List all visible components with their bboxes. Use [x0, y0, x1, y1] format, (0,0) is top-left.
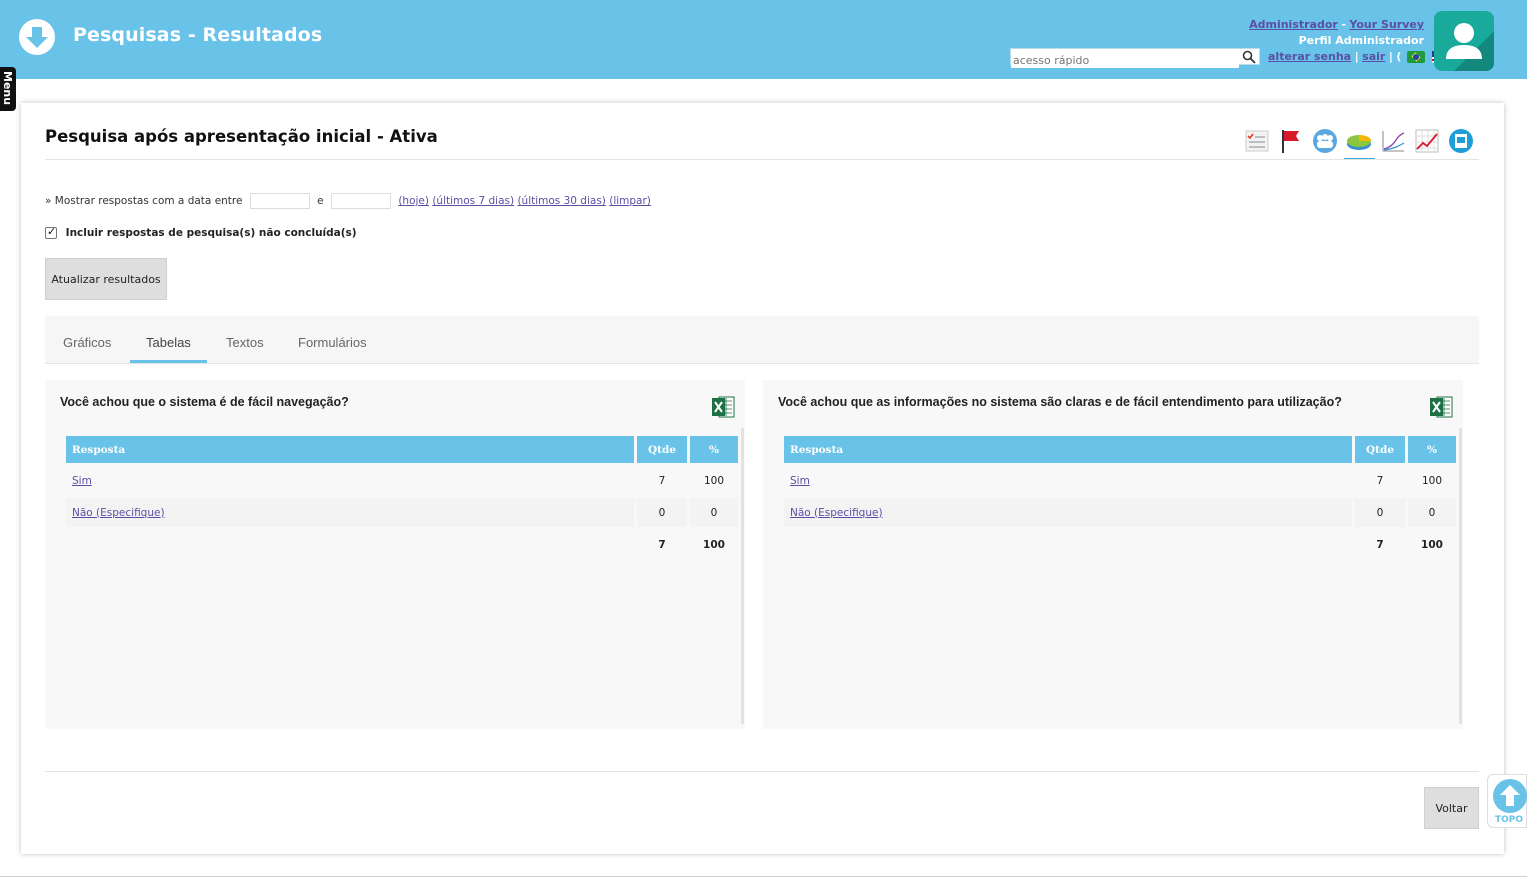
survey-link[interactable]: Your Survey	[1349, 18, 1424, 31]
pie-chart-icon[interactable]	[1344, 127, 1375, 160]
line-chart-icon[interactable]	[1379, 127, 1407, 155]
pct-cell: 0	[690, 498, 738, 527]
menu-toggle[interactable]: Menu	[0, 67, 16, 111]
brazil-flag-icon[interactable]	[1406, 51, 1425, 63]
qty-cell: 7	[637, 466, 687, 495]
last-7-days-link[interactable]: (últimos 7 dias)	[432, 195, 514, 207]
include-incomplete-label: Incluir respostas de pesquisa(s) não con…	[65, 227, 357, 239]
avatar[interactable]	[1434, 11, 1494, 71]
excel-export-icon[interactable]	[711, 395, 735, 419]
question-text: Você achou que as informações no sistema…	[778, 395, 1342, 409]
arrow-up-icon	[1493, 779, 1527, 813]
include-incomplete-row: Incluir respostas de pesquisa(s) não con…	[45, 225, 357, 239]
pct-cell: 100	[1408, 466, 1456, 495]
qty-cell: 0	[637, 498, 687, 527]
table-row: Não (Especifique) 0 0	[66, 498, 738, 527]
search-icon[interactable]	[1242, 50, 1256, 64]
question-panel: Você achou que as informações no sistema…	[763, 380, 1463, 729]
quick-search-box[interactable]	[1010, 48, 1260, 68]
date-filter: » Mostrar respostas com a data entre e (…	[45, 193, 651, 209]
top-label: TOPO	[1495, 815, 1524, 825]
results-table: Resposta Qtde % Sim 7 100 Não (Especifiq…	[781, 433, 1459, 562]
date-filter-label: » Mostrar respostas com a data entre	[45, 195, 243, 207]
today-link[interactable]: (hoje)	[398, 195, 429, 207]
profile-label: Perfil Administrador	[1298, 34, 1424, 47]
pct-cell: 100	[690, 466, 738, 495]
logout-link[interactable]: sair	[1362, 50, 1385, 63]
question-text: Você achou que o sistema é de fácil nave…	[60, 395, 349, 409]
total-row: 7 100	[66, 530, 738, 559]
column-header-qty: Qtde	[1355, 436, 1405, 463]
table-row: Não (Especifique) 0 0	[784, 498, 1456, 527]
total-pct-cell: 100	[690, 530, 738, 559]
download-logo-icon[interactable]	[19, 19, 55, 55]
user-links: Administrador - Your Survey Perfil Admin…	[1249, 17, 1424, 49]
separator-pipe: |	[1388, 50, 1393, 63]
user-link[interactable]: Administrador	[1249, 18, 1338, 31]
top-header: Pesquisas - Resultados Administrador - Y…	[0, 0, 1527, 79]
update-results-button[interactable]: Atualizar resultados	[45, 258, 167, 300]
start-date-input[interactable]	[249, 193, 310, 209]
separator-pipe: |	[1354, 50, 1359, 63]
total-pct-cell: 100	[1408, 530, 1456, 559]
trend-chart-icon[interactable]	[1413, 127, 1441, 155]
column-header-answer: Resposta	[66, 436, 634, 463]
total-qty-cell: 7	[1355, 530, 1405, 559]
panel-scrollbar[interactable]	[741, 428, 744, 724]
answer-link[interactable]: Sim	[72, 475, 92, 487]
date-and-label: e	[317, 195, 324, 207]
column-header-pct: %	[690, 436, 738, 463]
survey-title: Pesquisa após apresentação inicial - Ati…	[45, 127, 438, 146]
tab-textos[interactable]: Textos	[226, 335, 264, 350]
column-header-answer: Resposta	[784, 436, 1352, 463]
last-30-days-link[interactable]: (últimos 30 dias)	[517, 195, 605, 207]
answer-link[interactable]: Não (Especifique)	[790, 507, 883, 519]
menu-label: Menu	[1, 71, 14, 106]
answer-link[interactable]: Sim	[790, 475, 810, 487]
qty-cell: 0	[1355, 498, 1405, 527]
tab-tabelas[interactable]: Tabelas	[146, 335, 191, 350]
pct-cell: 0	[1408, 498, 1456, 527]
users-icon[interactable]	[1311, 127, 1339, 155]
clear-dates-link[interactable]: (limpar)	[609, 195, 651, 207]
active-tab-indicator	[130, 360, 207, 363]
title-divider	[45, 159, 1479, 160]
end-date-input[interactable]	[330, 193, 391, 209]
total-qty-cell: 7	[637, 530, 687, 559]
account-links: alterar senha | sair | ( )	[1268, 50, 1461, 63]
results-card: Pesquisa após apresentação inicial - Ati…	[21, 103, 1504, 854]
tab-formularios[interactable]: Formulários	[298, 335, 367, 350]
include-incomplete-checkbox[interactable]	[45, 225, 57, 239]
footer-divider	[45, 771, 1479, 772]
table-row: Sim 7 100	[784, 466, 1456, 495]
page-bottom-divider	[0, 876, 1527, 877]
change-password-link[interactable]: alterar senha	[1268, 50, 1351, 63]
report-icon[interactable]	[1447, 127, 1475, 155]
question-panel: Você achou que o sistema é de fácil nave…	[45, 380, 745, 729]
quick-search-input[interactable]	[1011, 53, 1239, 68]
tab-graficos[interactable]: Gráficos	[63, 335, 111, 350]
separator-dash: -	[1341, 18, 1346, 31]
back-button[interactable]: Voltar	[1424, 787, 1479, 829]
total-row: 7 100	[784, 530, 1456, 559]
paren-open: (	[1396, 50, 1402, 63]
page-title: Pesquisas - Resultados	[73, 24, 323, 46]
panel-scrollbar[interactable]	[1459, 428, 1462, 724]
back-to-top-button[interactable]: TOPO	[1487, 774, 1527, 828]
answer-link[interactable]: Não (Especifique)	[72, 507, 165, 519]
result-tabs: Gráficos Tabelas Textos Formulários	[45, 316, 1479, 364]
results-table: Resposta Qtde % Sim 7 100 Não (Especifiq…	[63, 433, 741, 562]
checklist-icon[interactable]	[1243, 127, 1271, 155]
excel-export-icon[interactable]	[1429, 395, 1453, 419]
table-row: Sim 7 100	[66, 466, 738, 495]
column-header-qty: Qtde	[637, 436, 687, 463]
column-header-pct: %	[1408, 436, 1456, 463]
qty-cell: 7	[1355, 466, 1405, 495]
flag-icon[interactable]	[1277, 127, 1305, 155]
